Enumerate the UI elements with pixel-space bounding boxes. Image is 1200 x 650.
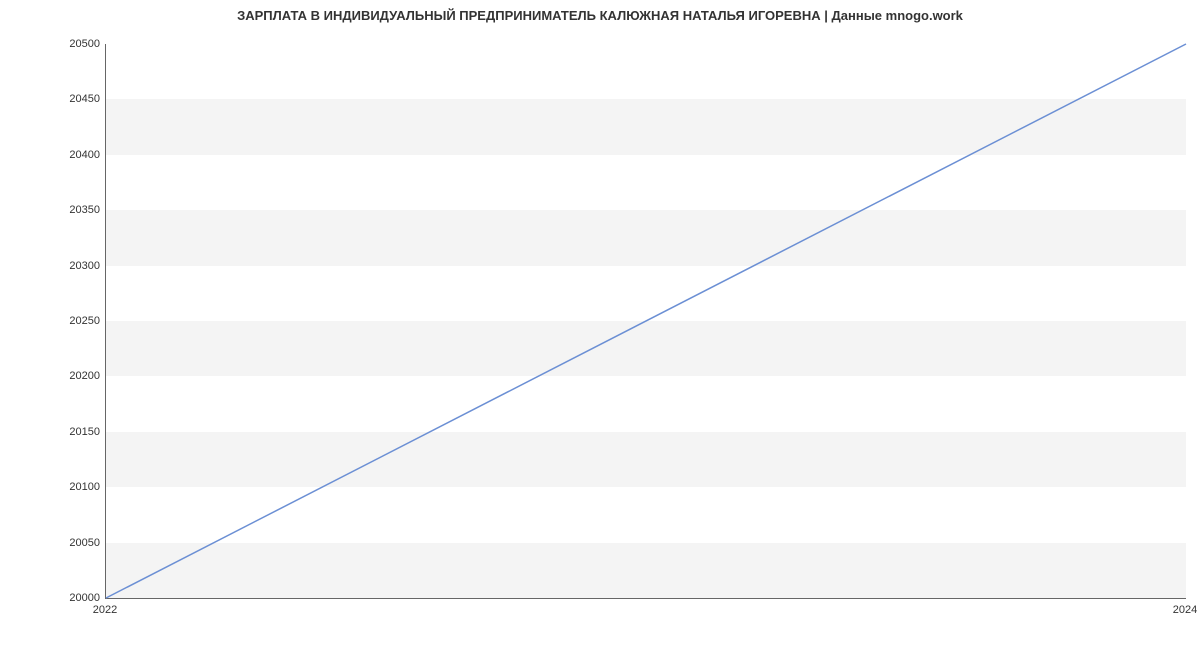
y-tick-label: 20500 — [40, 38, 100, 50]
series-line — [106, 44, 1186, 598]
plot-area — [105, 44, 1186, 599]
y-tick-label: 20400 — [40, 149, 100, 161]
y-tick-label: 20100 — [40, 481, 100, 493]
y-tick-label: 20350 — [40, 204, 100, 216]
x-tick-label: 2024 — [1173, 604, 1197, 616]
y-tick-label: 20300 — [40, 260, 100, 272]
line-layer — [106, 44, 1186, 598]
y-tick-label: 20050 — [40, 537, 100, 549]
y-tick-label: 20150 — [40, 426, 100, 438]
y-tick-label: 20000 — [40, 592, 100, 604]
y-tick-label: 20250 — [40, 315, 100, 327]
chart-title: ЗАРПЛАТА В ИНДИВИДУАЛЬНЫЙ ПРЕДПРИНИМАТЕЛ… — [0, 8, 1200, 23]
salary-chart: ЗАРПЛАТА В ИНДИВИДУАЛЬНЫЙ ПРЕДПРИНИМАТЕЛ… — [0, 0, 1200, 650]
y-tick-label: 20450 — [40, 93, 100, 105]
y-tick-label: 20200 — [40, 370, 100, 382]
x-tick-label: 2022 — [93, 604, 117, 616]
